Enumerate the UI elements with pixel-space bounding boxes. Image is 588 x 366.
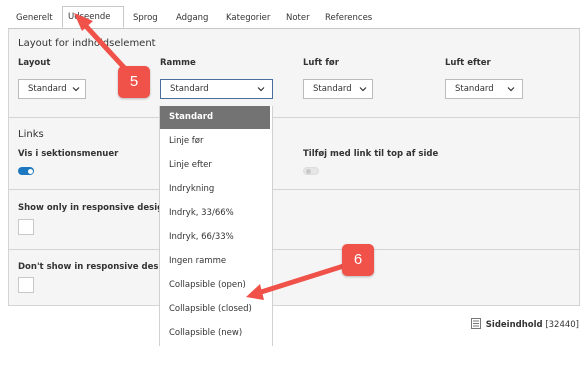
annotation-badge-6: 6 [342,244,374,276]
arrow-icon [74,13,133,77]
annotation-arrows [74,13,353,300]
annotation-badge-5: 5 [118,66,150,98]
arrow-icon [246,261,353,300]
